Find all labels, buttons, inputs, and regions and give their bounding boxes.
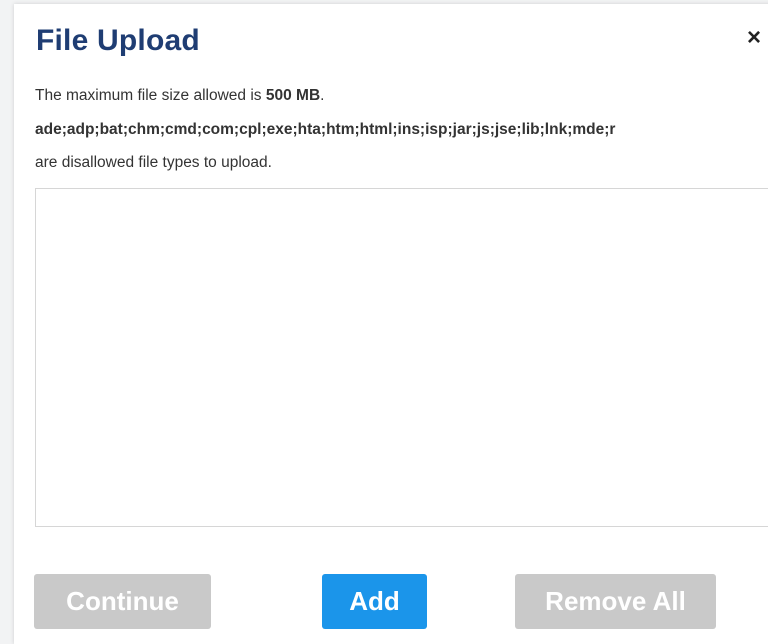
close-icon[interactable]: × [747, 26, 761, 50]
remove-all-button[interactable]: Remove All [515, 574, 716, 629]
max-size-suffix: . [320, 87, 325, 104]
file-drop-zone[interactable] [35, 188, 768, 527]
dialog-title: File Upload [36, 24, 200, 57]
max-file-size-text: The maximum file size allowed is 500 MB. [35, 87, 324, 105]
add-button[interactable]: Add [322, 574, 427, 629]
file-upload-dialog: File Upload × The maximum file size allo… [14, 4, 768, 644]
max-size-prefix: The maximum file size allowed is [35, 87, 266, 104]
disallowed-file-types: ade;adp;bat;chm;cmd;com;cpl;exe;hta;htm;… [35, 121, 616, 138]
max-size-value: 500 MB [265, 87, 321, 104]
continue-button[interactable]: Continue [34, 574, 211, 629]
disallowed-note: are disallowed file types to upload. [35, 154, 272, 171]
